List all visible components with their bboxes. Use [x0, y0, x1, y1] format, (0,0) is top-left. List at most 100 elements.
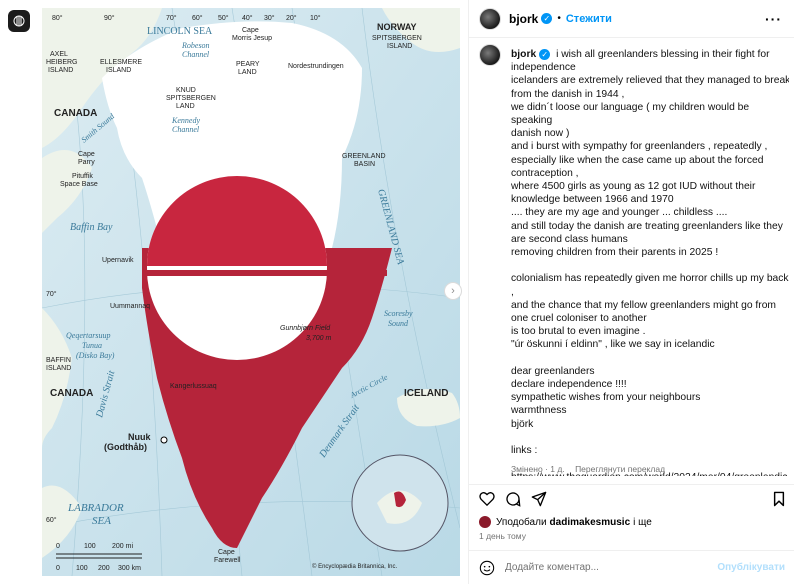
map-label: LABRADOR	[67, 502, 124, 514]
avatar[interactable]	[479, 7, 501, 30]
comment-input[interactable]: Додайте коментар...	[505, 562, 717, 573]
post-media: LINCOLN SEA Robeson Channel Kennedy Chan…	[36, 0, 466, 584]
liked-by-suffix[interactable]: і ще	[633, 517, 652, 528]
map-label: Space Base	[60, 181, 98, 188]
map-label: Gunnbjørn Field	[280, 325, 331, 332]
map-label: Kennedy	[171, 116, 200, 125]
map-label: LAND	[238, 69, 257, 76]
map-label: Cape	[218, 549, 235, 556]
caption-line: and i burst with sympathy for greenlande…	[511, 141, 768, 153]
map-label: AXEL	[50, 51, 68, 58]
caption-line: colonialism has repeatedly given me horr…	[511, 273, 789, 298]
map-label: Pituffik	[72, 173, 93, 180]
verified-icon: ✓	[541, 13, 553, 24]
map-label: Nordestrundingen	[288, 63, 344, 70]
map-label: NORWAY	[377, 22, 417, 32]
map-label: Qeqertarsuup	[66, 331, 110, 340]
map-label: 0	[56, 565, 60, 572]
caption-line: and the chance that my fellow greenlande…	[511, 299, 777, 311]
username[interactable]: bjork	[509, 12, 538, 26]
caption-line: where 4500 girls as young as 12 got IUD …	[511, 181, 756, 193]
caption-line: removing children from their parents in …	[511, 247, 719, 259]
map-label: ISLAND	[48, 67, 73, 74]
map-label: 200 mi	[112, 543, 133, 550]
caption-line: especially like when the case came up ab…	[511, 154, 764, 166]
avatar[interactable]	[479, 44, 501, 66]
post-comment-button[interactable]: Опублікувати	[717, 562, 785, 573]
caption-line: are second class humans	[511, 233, 628, 245]
map-label: PEARY	[236, 61, 260, 68]
map-label: 3,700 m	[306, 335, 331, 342]
map-label: Sound	[388, 319, 409, 328]
map-label: Channel	[172, 125, 200, 134]
liker-username[interactable]: dadimakesmusic	[550, 517, 631, 528]
map-label: © Encyclopædia Britannica, Inc.	[312, 563, 397, 570]
map-label: Cape	[78, 151, 95, 158]
caption-line: independence	[511, 62, 576, 74]
map-label: 300 km	[118, 565, 141, 572]
heart-icon[interactable]	[479, 491, 495, 506]
caption-username[interactable]: bjork	[511, 49, 536, 60]
more-options-icon[interactable]: ···	[765, 11, 782, 27]
emoji-icon[interactable]	[479, 560, 495, 576]
map-label: KNUD	[176, 87, 196, 94]
map-label: ISLAND	[106, 67, 131, 74]
map-label: BAFFIN	[46, 357, 71, 364]
map-label: BASIN	[354, 161, 375, 168]
caption-line	[511, 352, 789, 365]
map-label: CANADA	[54, 108, 97, 119]
map-label: Farewell	[214, 557, 241, 564]
verified-icon: ✓	[539, 48, 551, 60]
caption-line: "úr öskunni í eldinn" , like we say in i…	[511, 339, 715, 351]
caption-line: danish now )	[511, 128, 570, 140]
map-label: 50°	[218, 14, 229, 22]
action-bar	[469, 484, 794, 510]
map-label: Uummannaq	[110, 303, 150, 310]
post-time: 1 день тому	[479, 531, 526, 541]
greenland-map-image: LINCOLN SEA Robeson Channel Kennedy Chan…	[42, 8, 460, 576]
liker-avatar[interactable]	[479, 516, 491, 528]
map-label: 100	[76, 565, 88, 572]
caption-line: contraception ,	[511, 167, 579, 179]
caption-line: one cruel coloniser to another	[511, 313, 647, 325]
map-label: SPITSBERGEN	[372, 35, 422, 42]
next-media-button[interactable]: ›	[444, 282, 462, 300]
map-label: 20°	[286, 14, 297, 22]
follow-button[interactable]: Стежити	[566, 13, 612, 25]
caption-line: declare independence !!!!	[511, 379, 627, 391]
map-label: 40°	[242, 14, 253, 22]
see-translation-link[interactable]: Переглянути переклад	[575, 464, 665, 474]
map-label: Parry	[78, 159, 95, 166]
caption-line: icelanders are extremely relieved that t…	[511, 75, 789, 87]
map-label: 90°	[104, 14, 115, 22]
map-label: Scoresby	[384, 309, 413, 318]
map-label: Baffin Bay	[70, 222, 113, 233]
map-label: 60°	[192, 14, 203, 22]
left-rail	[0, 0, 36, 584]
map-label: 100	[84, 543, 96, 550]
map-label: 80°	[52, 14, 63, 22]
map-label: 30°	[264, 14, 275, 22]
caption-line	[511, 431, 789, 444]
caption-line: .... they are my age and younger ... chi…	[511, 207, 728, 219]
map-label: Morris Jesup	[232, 35, 272, 42]
comment-icon[interactable]	[505, 491, 521, 507]
caption-line: we didn´t loose our language ( my childr…	[511, 101, 752, 127]
map-label: 10°	[310, 14, 321, 22]
map-label: 0	[56, 543, 60, 550]
map-label: (Godthåb)	[104, 442, 147, 452]
map-label: Upernavik	[102, 257, 134, 264]
map-label: Tunua	[82, 341, 102, 350]
map-label: ELLESMERE	[100, 59, 142, 66]
map-label: 200	[98, 565, 110, 572]
map-label: Kangerlussuaq	[170, 383, 217, 390]
chevron-right-icon: ›	[451, 285, 455, 297]
map-label: LAND	[176, 103, 195, 110]
caption-meta: Змінено · 1 д. Переглянути переклад	[511, 464, 673, 474]
map-label: (Disko Bay)	[76, 351, 115, 360]
post-panel: bjork ✓ • Стежити ··· bjork ✓ i wish all …	[468, 0, 794, 584]
share-icon[interactable]	[531, 491, 547, 507]
bookmark-icon[interactable]	[773, 491, 785, 507]
caption-line	[511, 259, 789, 272]
app-menu-button[interactable]	[8, 10, 30, 32]
